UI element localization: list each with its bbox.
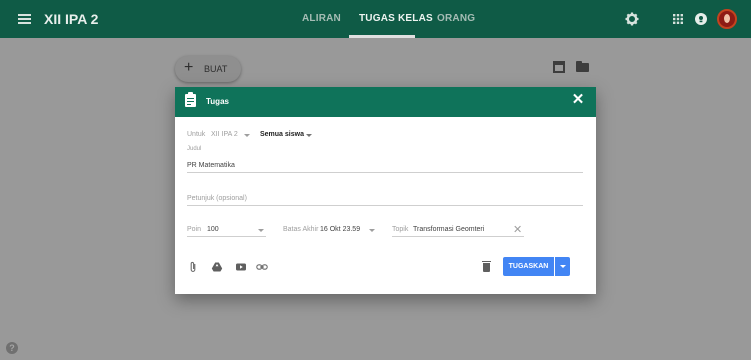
class-title[interactable]: XII IPA 2 — [44, 11, 98, 27]
tab-people[interactable]: ORANG — [437, 13, 475, 24]
chevron-down-icon[interactable] — [306, 134, 312, 137]
due-date-select[interactable]: 16 Okt 23.59 — [320, 226, 360, 233]
notifications-icon[interactable] — [693, 11, 709, 27]
topic-label: Topik — [392, 226, 409, 233]
assignment-dialog: Tugas ✕ Untuk XII IPA 2 Semua siswa Judu… — [175, 87, 596, 294]
tab-stream[interactable]: ALIRAN — [302, 13, 341, 24]
topic-input[interactable]: Transformasi Geomteri — [413, 226, 484, 233]
instructions-underline — [187, 205, 583, 206]
dialog-title: Tugas — [206, 97, 229, 106]
assign-button[interactable]: TUGASKAN — [503, 257, 554, 276]
attach-file-icon[interactable] — [187, 261, 199, 273]
instructions-input[interactable]: Petunjuk (opsional) — [187, 195, 247, 202]
points-underline — [187, 236, 266, 237]
create-button[interactable]: + BUAT — [175, 56, 241, 82]
trash-icon[interactable] — [482, 261, 491, 272]
title-input[interactable]: PR Matematika — [187, 162, 235, 169]
title-field-label: Judul — [187, 146, 202, 152]
title-underline — [187, 172, 583, 173]
help-icon[interactable]: ? — [6, 342, 18, 354]
link-icon[interactable] — [256, 261, 268, 273]
plus-icon: + — [184, 59, 194, 76]
due-label: Batas Akhir — [283, 226, 319, 233]
chevron-down-icon[interactable] — [369, 229, 375, 232]
points-label: Poin — [187, 226, 202, 233]
account-avatar[interactable] — [717, 9, 737, 29]
close-icon[interactable]: ✕ — [571, 92, 585, 107]
create-button-label: BUAT — [204, 64, 228, 74]
topic-underline — [392, 236, 524, 237]
active-tab-indicator — [349, 35, 415, 38]
for-label: Untuk — [187, 131, 206, 138]
tab-classwork[interactable]: TUGAS KELAS — [359, 13, 433, 24]
top-app-bar: XII IPA 2 ALIRAN TUGAS KELAS ORANG — [0, 0, 751, 38]
chevron-down-icon[interactable] — [244, 134, 250, 137]
students-select[interactable]: Semua siswa — [260, 131, 304, 138]
apps-grid-icon[interactable] — [670, 11, 686, 27]
menu-icon[interactable] — [18, 14, 31, 24]
assign-options-dropdown[interactable] — [555, 257, 570, 276]
settings-gear-icon[interactable] — [624, 11, 640, 27]
dialog-header: Tugas ✕ — [175, 87, 596, 117]
chevron-down-icon[interactable] — [258, 229, 264, 232]
calendar-icon[interactable] — [553, 61, 565, 73]
class-select[interactable]: XII IPA 2 — [211, 131, 238, 138]
clear-topic-icon[interactable]: ✕ — [513, 223, 522, 236]
folder-icon[interactable] — [576, 61, 589, 72]
assignment-icon — [185, 92, 196, 107]
youtube-icon[interactable] — [235, 261, 247, 273]
google-drive-icon[interactable] — [211, 261, 223, 273]
points-select[interactable]: 100 — [207, 226, 219, 233]
